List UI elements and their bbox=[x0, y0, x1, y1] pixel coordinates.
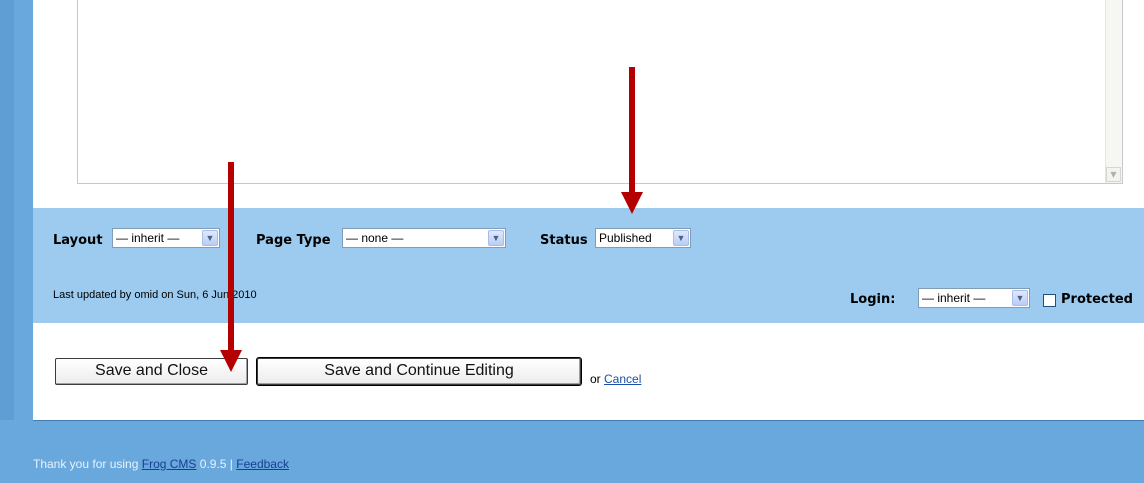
page-type-label: Page Type bbox=[256, 233, 331, 248]
protected-label: Protected bbox=[1061, 292, 1133, 307]
footer-version: 0.9.5 | bbox=[199, 457, 233, 471]
or-cancel: or Cancel bbox=[590, 372, 641, 386]
chevron-down-icon[interactable]: ▼ bbox=[488, 230, 504, 246]
annotation-arrow-shaft bbox=[629, 67, 635, 194]
layout-select-value: — inherit — bbox=[116, 231, 180, 245]
last-updated-text: Last updated by omid on Sun, 6 Jun 2010 bbox=[53, 289, 257, 301]
save-and-continue-button[interactable]: Save and Continue Editing bbox=[256, 357, 582, 386]
or-text: or bbox=[590, 372, 601, 386]
page-type-select-value: — none — bbox=[346, 231, 404, 245]
layout-select[interactable]: — inherit — ▼ bbox=[112, 228, 220, 248]
footer: Thank you for using Frog CMS 0.9.5 | Fee… bbox=[33, 457, 289, 471]
editor-scrollbar[interactable]: ▼ bbox=[1105, 0, 1122, 183]
page-content-textarea[interactable]: ▼ bbox=[77, 0, 1123, 184]
frog-cms-link[interactable]: Frog CMS bbox=[142, 457, 197, 471]
feedback-link[interactable]: Feedback bbox=[236, 457, 289, 471]
chevron-down-icon[interactable]: ▼ bbox=[1012, 290, 1028, 306]
annotation-arrow-shaft bbox=[228, 162, 234, 352]
footer-prefix: Thank you for using bbox=[33, 457, 139, 471]
page-frame: ▼ Layout — inherit — ▼ Page Type — none … bbox=[0, 0, 1144, 483]
scroll-down-arrow-icon[interactable]: ▼ bbox=[1106, 167, 1121, 182]
left-edge-strip bbox=[0, 0, 14, 420]
login-label: Login: bbox=[850, 292, 896, 307]
status-label: Status bbox=[540, 233, 588, 248]
login-select-value: — inherit — bbox=[922, 291, 986, 305]
protected-checkbox[interactable] bbox=[1043, 294, 1056, 307]
red-down-arrow-icon bbox=[621, 192, 643, 214]
page-type-select[interactable]: — none — ▼ bbox=[342, 228, 506, 248]
status-select-value: Published bbox=[599, 231, 652, 245]
editor-area: ▼ bbox=[50, 0, 1144, 208]
chevron-down-icon[interactable]: ▼ bbox=[673, 230, 689, 246]
status-select[interactable]: Published ▼ bbox=[595, 228, 691, 248]
page-options-bar: Layout — inherit — ▼ Page Type — none — … bbox=[33, 208, 1144, 323]
layout-label: Layout bbox=[53, 233, 103, 248]
red-down-arrow-icon bbox=[220, 350, 242, 372]
chevron-down-icon[interactable]: ▼ bbox=[202, 230, 218, 246]
login-select[interactable]: — inherit — ▼ bbox=[918, 288, 1030, 308]
cancel-link[interactable]: Cancel bbox=[604, 372, 641, 386]
